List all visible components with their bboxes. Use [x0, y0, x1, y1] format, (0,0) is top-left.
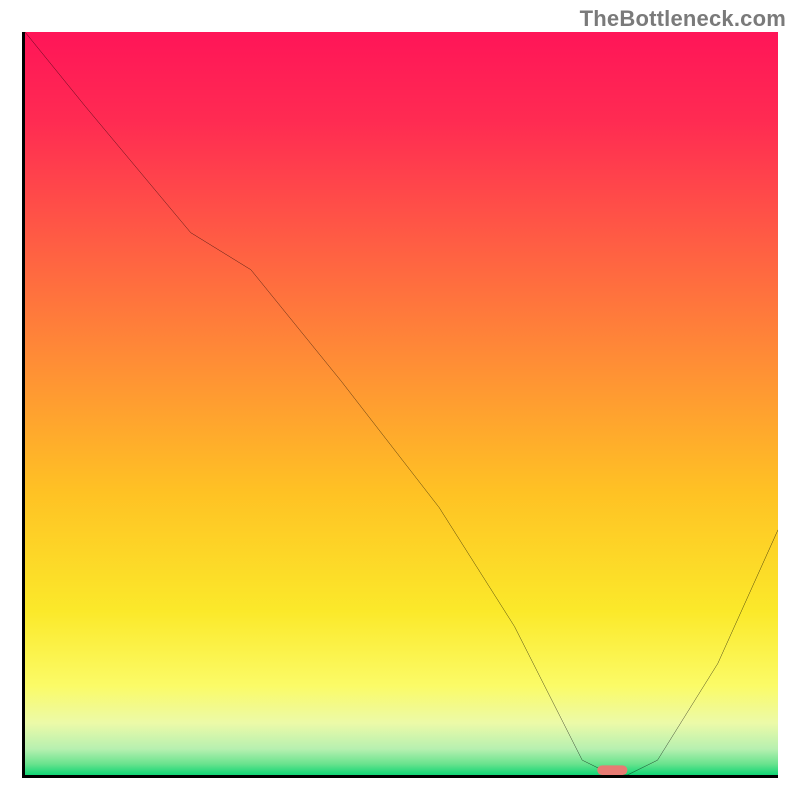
min-marker	[597, 765, 627, 775]
plot-area	[22, 32, 778, 778]
chart-frame: TheBottleneck.com	[0, 0, 800, 800]
watermark-text: TheBottleneck.com	[580, 6, 786, 32]
gradient-bg	[25, 32, 778, 775]
chart-svg	[25, 32, 778, 775]
